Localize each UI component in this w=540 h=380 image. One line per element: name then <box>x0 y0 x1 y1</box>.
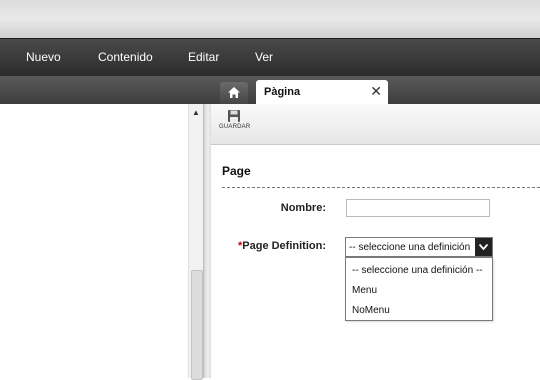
left-panel <box>0 104 203 378</box>
menu-item-ver[interactable]: Ver <box>255 50 273 64</box>
main-menu-bar: Nuevo Contenido Editar Ver <box>0 38 540 77</box>
scroll-up-arrow-icon[interactable]: ▲ <box>192 108 200 117</box>
close-icon[interactable]: ✕ <box>370 83 382 100</box>
page-form: Page Nombre: *Page Definition: -- selecc… <box>211 145 540 378</box>
section-divider <box>222 187 540 188</box>
section-title: Page <box>222 164 251 178</box>
page-definition-label: *Page Definition: <box>211 240 326 252</box>
home-tab[interactable] <box>220 82 248 104</box>
menu-item-editar[interactable]: Editar <box>188 50 219 64</box>
editor-toolbar: GUARDAR <box>211 104 540 145</box>
page-definition-options-list: -- seleccione una definición -- Menu NoM… <box>345 257 493 321</box>
tab-pagina[interactable]: Pàgina ✕ <box>256 80 388 104</box>
save-button[interactable]: GUARDAR <box>219 109 251 141</box>
tab-pagina-label: Pàgina <box>264 86 301 98</box>
left-panel-scrollbar[interactable]: ▲ <box>188 104 204 380</box>
chevron-down-icon <box>479 244 488 250</box>
page-definition-selected-value: -- seleccione una definición -- <box>349 242 471 253</box>
home-icon <box>228 87 240 98</box>
option-nomenu[interactable]: NoMenu <box>352 305 390 316</box>
nombre-label: Nombre: <box>280 202 326 214</box>
page-definition-select[interactable]: -- seleccione una definición -- <box>345 237 493 257</box>
menu-item-contenido[interactable]: Contenido <box>98 50 153 64</box>
floppy-disk-icon <box>228 110 240 122</box>
top-strip <box>0 0 540 38</box>
page-definition-label-text: Page Definition: <box>242 240 326 252</box>
dropdown-button[interactable] <box>475 238 492 256</box>
option-menu[interactable]: Menu <box>352 285 377 296</box>
option-placeholder[interactable]: -- seleccione una definición -- <box>352 265 483 276</box>
menu-item-nuevo[interactable]: Nuevo <box>26 50 61 64</box>
scrollbar-thumb[interactable] <box>191 270 203 380</box>
nombre-input[interactable] <box>346 199 490 217</box>
save-button-label: GUARDAR <box>219 124 251 130</box>
